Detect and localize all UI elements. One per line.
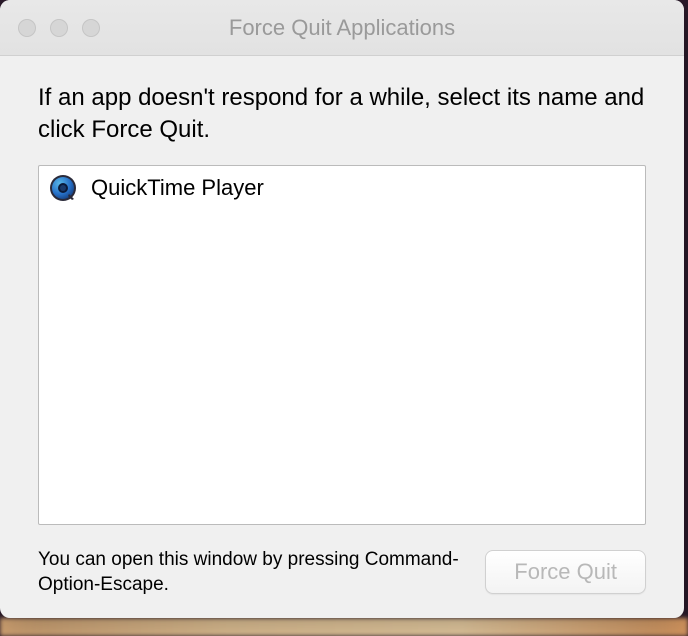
minimize-window-button[interactable] bbox=[50, 19, 68, 37]
desktop-background-edge bbox=[0, 618, 688, 636]
app-row-quicktime[interactable]: QuickTime Player bbox=[39, 166, 645, 210]
application-list[interactable]: QuickTime Player bbox=[38, 165, 646, 525]
quicktime-icon bbox=[49, 174, 77, 202]
window-content: If an app doesn't respond for a while, s… bbox=[0, 56, 684, 618]
window-titlebar[interactable]: Force Quit Applications bbox=[0, 0, 684, 56]
window-title: Force Quit Applications bbox=[0, 15, 684, 41]
force-quit-window: Force Quit Applications If an app doesn'… bbox=[0, 0, 684, 618]
app-name-label: QuickTime Player bbox=[91, 175, 264, 201]
instruction-text: If an app doesn't respond for a while, s… bbox=[38, 82, 646, 147]
close-window-button[interactable] bbox=[18, 19, 36, 37]
traffic-lights bbox=[0, 19, 100, 37]
window-footer: You can open this window by pressing Com… bbox=[38, 547, 646, 598]
keyboard-hint-text: You can open this window by pressing Com… bbox=[38, 547, 465, 598]
force-quit-button[interactable]: Force Quit bbox=[485, 550, 646, 594]
zoom-window-button[interactable] bbox=[82, 19, 100, 37]
